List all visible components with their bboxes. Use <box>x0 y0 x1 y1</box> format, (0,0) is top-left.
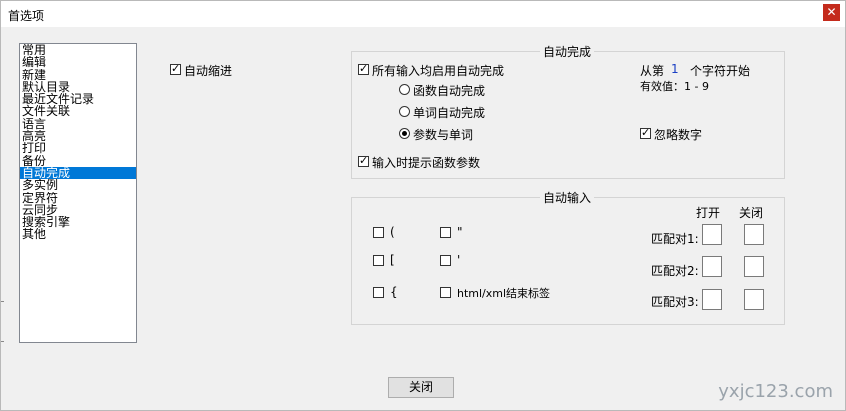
open-column-header: 打开 <box>696 206 721 220</box>
category-item[interactable]: 新建 <box>20 69 136 81</box>
valid-range-label: 有效值：1 - 9 <box>640 80 709 93</box>
autoinput-group-title: 自动输入 <box>540 189 595 206</box>
match-pair-3-open-input[interactable] <box>702 289 722 310</box>
auto-indent-label: 自动缩进 <box>184 64 233 78</box>
start-suffix-label: 个字符开始 <box>690 64 751 78</box>
category-item[interactable]: 定界符 <box>20 192 136 204</box>
preferences-dialog: 首选项 ✕ 常用 编辑 新建 默认目录 最近文件记录 文件关联 语言 高亮 打印 备份 自动完成 多实… <box>0 0 846 411</box>
pair-double-quote-checkbox[interactable] <box>440 227 451 238</box>
pair-brace-checkbox[interactable] <box>373 287 384 298</box>
edge-mark <box>1 341 4 342</box>
pair-paren-label: ( <box>390 225 395 239</box>
category-list[interactable]: 常用 编辑 新建 默认目录 最近文件记录 文件关联 语言 高亮 打印 备份 自动完成 多实例 定界符 云同… <box>19 43 137 343</box>
window-close-button[interactable]: ✕ <box>823 4 840 21</box>
word-autocomplete-radio[interactable] <box>399 106 410 117</box>
category-item[interactable]: 备份 <box>20 155 136 167</box>
params-and-words-radio[interactable] <box>399 128 410 139</box>
watermark: yxjc123.com <box>718 381 833 402</box>
category-item[interactable]: 云同步 <box>20 204 136 216</box>
category-item[interactable]: 多实例 <box>20 179 136 191</box>
category-item[interactable]: 自动完成 <box>20 166 136 180</box>
category-item[interactable]: 其他 <box>20 228 136 240</box>
start-char-value[interactable]: 1 <box>671 62 679 76</box>
category-item[interactable]: 打印 <box>20 142 136 154</box>
function-autocomplete-radio[interactable] <box>399 84 410 95</box>
autocomplete-group-title: 自动完成 <box>540 43 595 60</box>
html-close-tag-label: html/xml结束标签 <box>457 287 551 300</box>
match-pair-2-label: 匹配对2: <box>651 264 699 278</box>
match-pair-2-close-input[interactable] <box>744 256 764 277</box>
match-pair-3-label: 匹配对3: <box>651 295 699 309</box>
pair-bracket-checkbox[interactable] <box>373 255 384 266</box>
category-item[interactable]: 编辑 <box>20 56 136 68</box>
edge-mark <box>1 301 4 302</box>
function-autocomplete-label: 函数自动完成 <box>413 84 486 98</box>
match-pair-1-open-input[interactable] <box>702 224 722 245</box>
pair-single-quote-label: ' <box>457 253 461 267</box>
match-pair-2-open-input[interactable] <box>702 256 722 277</box>
category-item[interactable]: 高亮 <box>20 130 136 142</box>
close-button[interactable]: 关闭 <box>388 377 454 398</box>
title-bar: 首选项 ✕ <box>1 1 845 27</box>
category-item[interactable]: 语言 <box>20 118 136 130</box>
show-function-params-label: 输入时提示函数参数 <box>372 156 481 170</box>
match-pair-1-label: 匹配对1: <box>651 232 699 246</box>
pair-double-quote-label: " <box>457 225 463 239</box>
show-function-params-checkbox[interactable] <box>358 154 369 168</box>
auto-indent-checkbox[interactable] <box>170 62 181 76</box>
match-pair-3-close-input[interactable] <box>744 289 764 310</box>
pair-brace-label: { <box>390 285 398 299</box>
pair-single-quote-checkbox[interactable] <box>440 255 451 266</box>
match-pair-1-close-input[interactable] <box>744 224 764 245</box>
category-item[interactable]: 搜索引擎 <box>20 216 136 228</box>
pair-paren-checkbox[interactable] <box>373 227 384 238</box>
window-title: 首选项 <box>8 9 45 23</box>
start-prefix-label: 从第 <box>640 64 665 78</box>
category-item[interactable]: 最近文件记录 <box>20 93 136 105</box>
category-item[interactable]: 文件关联 <box>20 105 136 117</box>
category-item[interactable]: 默认目录 <box>20 81 136 93</box>
category-item[interactable]: 常用 <box>20 44 136 56</box>
params-and-words-label: 参数与单词 <box>413 128 474 142</box>
word-autocomplete-label: 单词自动完成 <box>413 106 486 120</box>
ignore-digits-checkbox[interactable] <box>640 126 651 140</box>
ignore-digits-label: 忽略数字 <box>654 128 703 142</box>
enable-all-autocomplete-label: 所有输入均启用自动完成 <box>372 64 505 78</box>
close-column-header: 关闭 <box>739 206 764 220</box>
pair-bracket-label: [ <box>390 253 395 267</box>
enable-all-autocomplete-checkbox[interactable] <box>358 62 369 76</box>
html-close-tag-checkbox[interactable] <box>440 287 451 298</box>
